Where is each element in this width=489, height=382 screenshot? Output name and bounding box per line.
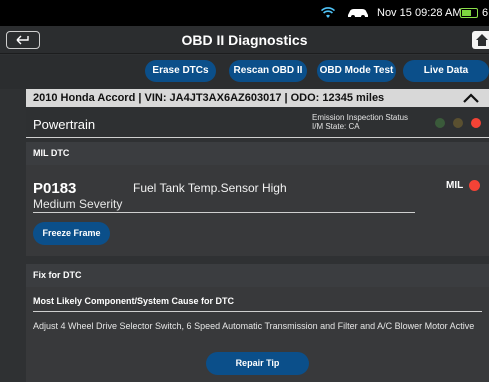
dtc-code: P0183 — [33, 180, 77, 197]
fix-card: Most Likely Component/System Cause for D… — [26, 287, 489, 382]
mil-label: MIL — [446, 180, 464, 191]
divider — [33, 311, 482, 312]
battery-text: 6 — [482, 7, 489, 19]
live-data-button[interactable]: Live Data — [403, 60, 489, 82]
freeze-frame-button[interactable]: Freeze Frame — [33, 222, 110, 245]
im-state-label: I/M State: CA — [312, 122, 360, 131]
app-screen: Nov 15 09:28 AM 6 OBD II Diagnostics Era… — [0, 0, 489, 382]
status-indicator-red — [471, 118, 481, 128]
vehicle-info-text: 2010 Honda Accord | VIN: JA4JT3AX6AZ6030… — [33, 92, 385, 104]
home-icon — [476, 34, 488, 46]
cause-text: Adjust 4 Wheel Drive Selector Switch, 6 … — [33, 321, 475, 331]
battery-icon — [460, 8, 478, 18]
powertrain-row: Powertrain Emission Inspection Status I/… — [26, 108, 489, 138]
vehicle-info-bar[interactable]: 2010 Honda Accord | VIN: JA4JT3AX6AZ6030… — [26, 89, 489, 107]
emission-status-label: Emission Inspection Status — [312, 113, 409, 122]
status-bar: Nov 15 09:28 AM 6 — [0, 0, 489, 26]
status-time: 09:28 AM — [415, 7, 462, 19]
mil-dtc-header: MIL DTC — [26, 142, 489, 165]
obd-mode-test-button[interactable]: OBD Mode Test — [317, 60, 396, 82]
wifi-icon — [321, 7, 335, 18]
action-toolbar: Erase DTCs Rescan OBD II OBD Mode Test L… — [0, 55, 489, 89]
status-indicator-yellow — [453, 118, 463, 128]
dtc-severity: Medium Severity — [33, 197, 123, 211]
divider — [33, 212, 415, 213]
emission-status: Emission Inspection Status I/M State: CA — [312, 113, 408, 131]
status-indicator-green — [435, 118, 445, 128]
repair-tip-button[interactable]: Repair Tip — [206, 352, 309, 375]
erase-dtcs-button[interactable]: Erase DTCs — [145, 60, 216, 82]
mil-indicator — [469, 180, 480, 191]
car-icon — [348, 9, 368, 19]
dtc-card: P0183 Fuel Tank Temp.Sensor High Medium … — [26, 165, 489, 256]
home-button[interactable] — [472, 31, 489, 49]
dtc-description: Fuel Tank Temp.Sensor High — [133, 181, 287, 195]
status-date: Nov 15 — [377, 7, 412, 19]
fix-for-dtc-header: Fix for DTC — [26, 264, 489, 287]
powertrain-label: Powertrain — [33, 117, 96, 132]
cause-heading: Most Likely Component/System Cause for D… — [33, 296, 235, 306]
page-title: OBD II Diagnostics — [181, 32, 308, 48]
title-bar: OBD II Diagnostics — [0, 26, 489, 54]
chevron-up-icon[interactable] — [462, 92, 480, 104]
rescan-obd-button[interactable]: Rescan OBD II — [229, 60, 307, 82]
